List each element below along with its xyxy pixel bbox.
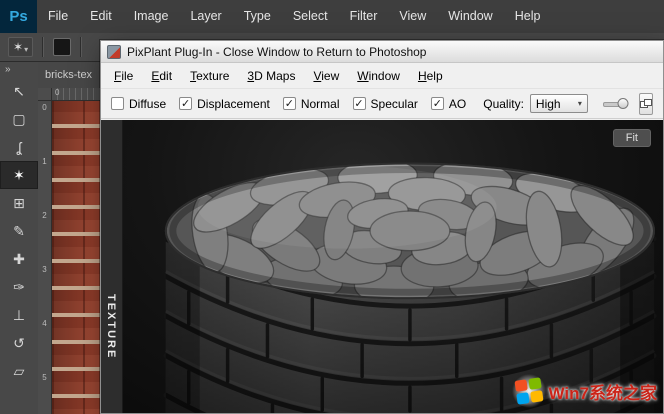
checkbox-diffuse[interactable] [111, 97, 124, 110]
ps-menu-layer[interactable]: Layer [179, 0, 232, 33]
tool-preset-picker[interactable]: ✶ ▾ [8, 37, 33, 57]
ruler-number: 3 [38, 263, 51, 317]
map-toggle-normal[interactable]: ✓ Normal [283, 97, 340, 111]
ps-menu-help[interactable]: Help [504, 0, 552, 33]
map-toggle-displacement[interactable]: ✓ Displacement [179, 97, 270, 111]
checkbox-displacement[interactable]: ✓ [179, 97, 192, 110]
pixplant-window: PixPlant Plug-In - Close Window to Retur… [100, 40, 664, 414]
pixplant-icon [107, 45, 121, 59]
panel-collapse-chevron-icon[interactable]: » [0, 62, 38, 77]
pixplant-menu-view[interactable]: View [304, 65, 348, 87]
healing-brush-tool[interactable]: ✚ [0, 245, 38, 273]
ruler-number: 4 [38, 317, 51, 371]
dropdown-arrow-icon: ▾ [24, 45, 28, 54]
brush-preview-swatch[interactable] [53, 38, 71, 56]
lasso-tool[interactable]: ʆ [0, 133, 38, 161]
checkbox-specular[interactable]: ✓ [353, 97, 366, 110]
map-label: Diffuse [129, 97, 166, 111]
divider [42, 37, 44, 57]
crop-tool[interactable]: ⊞ [0, 189, 38, 217]
pixplant-menu-texture[interactable]: Texture [181, 65, 238, 87]
screen: Ps FileEditImageLayerTypeSelectFilterVie… [0, 0, 664, 414]
quality-value: High [536, 97, 561, 111]
map-toggle-diffuse[interactable]: Diffuse [111, 97, 166, 111]
ps-menu-edit[interactable]: Edit [79, 0, 123, 33]
windows-logo-icon [512, 374, 546, 408]
watermark: Win7系统之家 [512, 374, 657, 408]
photoshop-logo: Ps [0, 0, 37, 33]
photoshop-tools-panel: » ↖▢ʆ✶⊞✎✚✑⊥↺▱ [0, 62, 39, 414]
brush-tool[interactable]: ✑ [0, 273, 38, 301]
ruler-number: 0 [38, 101, 51, 155]
dual-view-button[interactable] [639, 93, 653, 115]
map-label: Displacement [197, 97, 270, 111]
map-toggle-ao[interactable]: ✓ AO [431, 97, 466, 111]
pixplant-titlebar[interactable]: PixPlant Plug-In - Close Window to Retur… [101, 41, 663, 63]
pixplant-menu-file[interactable]: File [105, 65, 142, 87]
chevron-down-icon: ▾ [578, 99, 582, 108]
pixplant-menu-window[interactable]: Window [348, 65, 409, 87]
quality-group: Quality: High ▾ [483, 94, 588, 113]
fit-button[interactable]: Fit [613, 129, 651, 147]
eraser-tool[interactable]: ▱ [0, 357, 38, 385]
map-label: Normal [301, 97, 340, 111]
ruler-origin-label: 0 [55, 88, 59, 97]
photoshop-menubar: Ps FileEditImageLayerTypeSelectFilterVie… [0, 0, 664, 34]
tab-texture[interactable]: TEXTURE [101, 120, 123, 413]
dual-view-icon [640, 99, 652, 109]
ps-menu-select[interactable]: Select [282, 0, 339, 33]
pixplant-window-title: PixPlant Plug-In - Close Window to Retur… [127, 45, 426, 59]
texture-tab-label: TEXTURE [105, 294, 117, 359]
quality-label: Quality: [483, 97, 524, 111]
map-label: Specular [371, 97, 418, 111]
ps-menu-file[interactable]: File [37, 0, 79, 33]
vertical-ruler: 012345 [38, 101, 52, 414]
ruler-number: 5 [38, 371, 51, 414]
pixplant-toolbar: Diffuse✓Displacement✓Normal✓Specular✓AO … [101, 89, 663, 119]
ruler-number: 2 [38, 209, 51, 263]
slider-thumb[interactable] [617, 98, 628, 109]
divider [80, 37, 82, 57]
map-toggle-specular[interactable]: ✓ Specular [353, 97, 418, 111]
marquee-tool[interactable]: ▢ [0, 105, 38, 133]
ps-menu-filter[interactable]: Filter [339, 0, 389, 33]
quality-dropdown[interactable]: High ▾ [530, 94, 588, 113]
ps-menu-window[interactable]: Window [437, 0, 503, 33]
move-tool[interactable]: ↖ [0, 77, 38, 105]
history-brush-tool[interactable]: ↺ [0, 329, 38, 357]
checkbox-normal[interactable]: ✓ [283, 97, 296, 110]
pixplant-menu-help[interactable]: Help [409, 65, 452, 87]
quality-slider[interactable] [603, 94, 626, 113]
clone-stamp-tool[interactable]: ⊥ [0, 301, 38, 329]
preview-area: TEXTURE [101, 120, 663, 413]
watermark-text: Win7系统之家 [549, 379, 657, 404]
pixplant-menu-3d-maps[interactable]: 3D Maps [238, 65, 304, 87]
pixplant-menu-edit[interactable]: Edit [142, 65, 181, 87]
map-label: AO [449, 97, 466, 111]
ruler-number: 1 [38, 155, 51, 209]
checkbox-ao[interactable]: ✓ [431, 97, 444, 110]
pixplant-menubar: FileEditTexture3D MapsViewWindowHelp [101, 63, 663, 89]
photoshop-menus: FileEditImageLayerTypeSelectFilterViewWi… [37, 0, 551, 33]
eyedropper-tool[interactable]: ✎ [0, 217, 38, 245]
ps-menu-view[interactable]: View [388, 0, 437, 33]
ps-menu-type[interactable]: Type [233, 0, 282, 33]
magic-wand-icon: ✶ [13, 40, 23, 54]
ruler-corner [38, 88, 52, 101]
preview-3d-viewport[interactable] [123, 120, 663, 413]
magic-wand-tool[interactable]: ✶ [0, 161, 38, 189]
ps-menu-image[interactable]: Image [123, 0, 180, 33]
